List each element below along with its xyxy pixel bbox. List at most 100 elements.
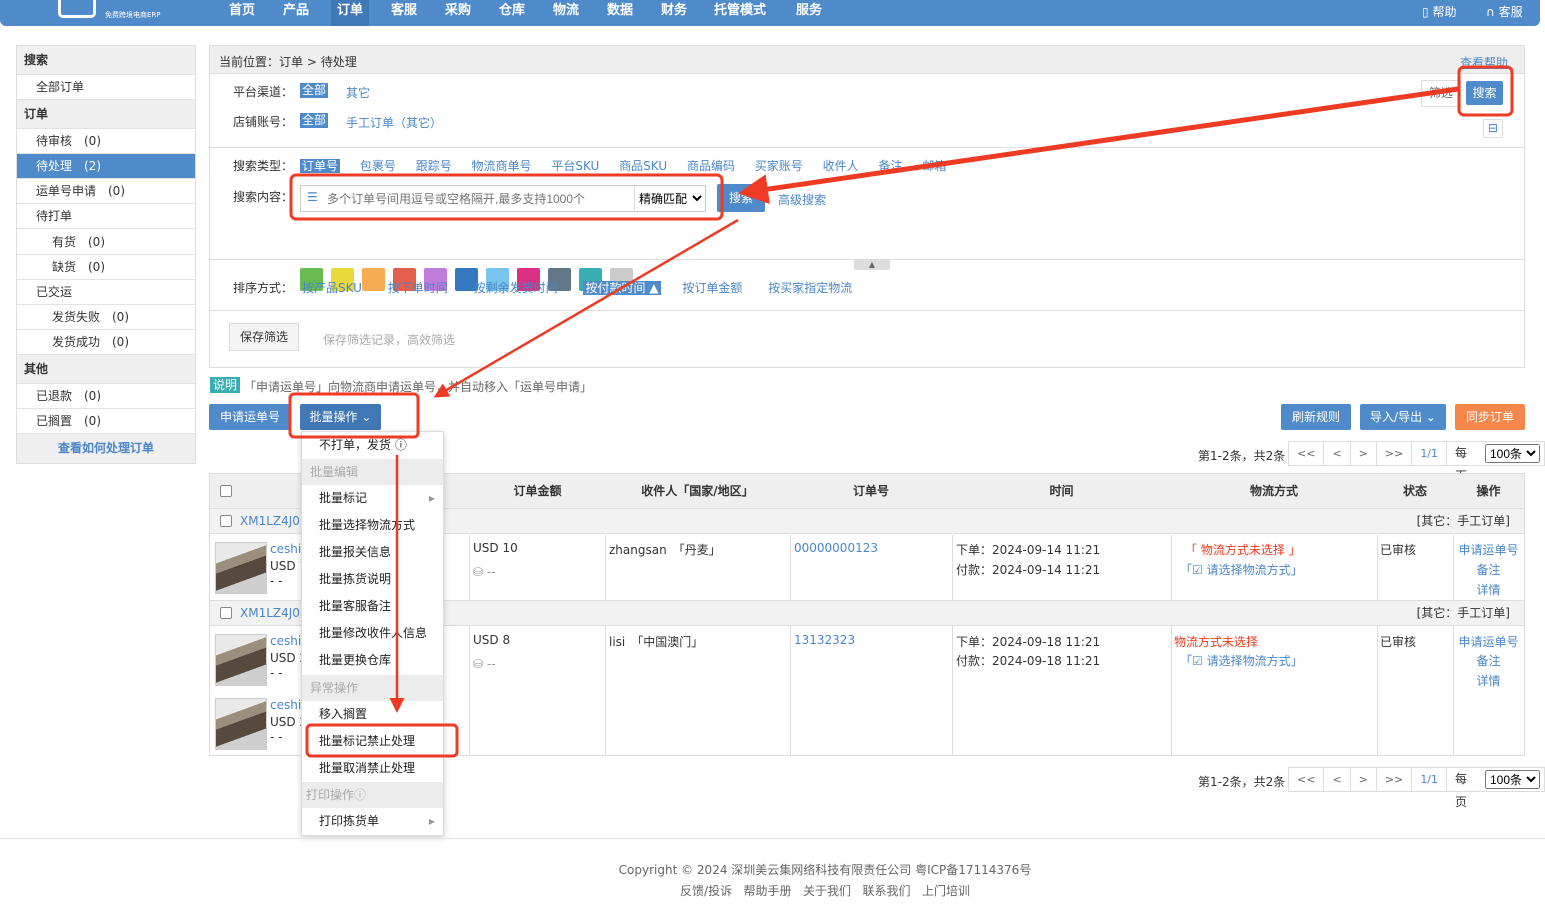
match-mode-select[interactable]: 精确匹配 bbox=[634, 186, 705, 211]
search-type-product-code[interactable]: 商品编码 bbox=[687, 159, 735, 173]
search-type-tracking[interactable]: 跟踪号 bbox=[416, 159, 452, 173]
search-type-order-no[interactable]: 订单号 bbox=[300, 159, 341, 173]
sidebar-howto-link[interactable]: 查看如何处理订单 bbox=[17, 434, 195, 463]
nav-products[interactable]: 产品 bbox=[277, 0, 315, 26]
sort-amount[interactable]: 按订单金额 bbox=[682, 281, 742, 295]
nav-logistics[interactable]: 物流 bbox=[547, 0, 585, 26]
advanced-search-link[interactable]: 高级搜索 bbox=[778, 191, 826, 208]
nav-purchase[interactable]: 采购 bbox=[439, 0, 477, 26]
next-page-button[interactable]: > bbox=[1351, 768, 1377, 791]
sidebar-item-refunded[interactable]: 已退款 (0) bbox=[17, 384, 195, 409]
footer-link-feedback[interactable]: 反馈/投诉 bbox=[680, 884, 732, 898]
product-thumbnail[interactable] bbox=[215, 634, 267, 686]
search-type-buyer[interactable]: 买家账号 bbox=[755, 159, 803, 173]
menu-ship-no-print[interactable]: 不打单，发货 ⓘ bbox=[302, 432, 443, 459]
collapse-toggle-icon[interactable]: ▲ bbox=[854, 259, 890, 270]
sidebar-item-ship-ok[interactable]: 发货成功 (0) bbox=[17, 330, 195, 355]
nav-services[interactable]: 服务 bbox=[790, 0, 828, 26]
menu-batch-unmark-prohibited[interactable]: 批量取消禁止处理 bbox=[302, 755, 443, 782]
last-page-button[interactable]: >> bbox=[1377, 442, 1413, 465]
first-page-button[interactable]: << bbox=[1289, 442, 1325, 465]
menu-batch-customs[interactable]: 批量报关信息 bbox=[302, 539, 443, 566]
sidebar-item-all-orders[interactable]: 全部订单 bbox=[17, 75, 195, 100]
choose-logistics-link[interactable]: 「☑ 请选择物流方式」 bbox=[1180, 652, 1303, 669]
note-link[interactable]: 备注 bbox=[1453, 652, 1524, 669]
nav-finance[interactable]: 财务 bbox=[655, 0, 693, 26]
shop-manual[interactable]: 手工订单（其它） bbox=[346, 114, 442, 131]
import-export-button[interactable]: 导入/导出 ⌄ bbox=[1360, 404, 1446, 430]
help-link[interactable]: ▯ 帮助 bbox=[1422, 3, 1456, 20]
search-type-note[interactable]: 备注 bbox=[878, 159, 902, 173]
search-type-platform-sku[interactable]: 平台SKU bbox=[551, 159, 599, 173]
sort-product-sku[interactable]: 按产品SKU bbox=[302, 281, 362, 295]
prev-page-button[interactable]: < bbox=[1324, 768, 1351, 791]
sort-pay-time[interactable]: 按付款时间 ▲ bbox=[583, 281, 661, 295]
details-link[interactable]: 详情 bbox=[1453, 672, 1524, 689]
sidebar-item-ship-fail[interactable]: 发货失败 (0) bbox=[17, 305, 195, 330]
nav-service[interactable]: 客服 bbox=[385, 0, 423, 26]
order-id-link[interactable]: XM1LZ4J01 bbox=[240, 509, 308, 533]
menu-batch-change-warehouse[interactable]: 批量更换仓库 bbox=[302, 647, 443, 674]
menu-batch-mark-prohibited[interactable]: 批量标记禁止处理 bbox=[302, 728, 443, 755]
top-search-button[interactable]: 搜索 bbox=[1466, 81, 1503, 105]
save-filter-button[interactable]: 保存筛选 bbox=[229, 323, 299, 351]
footer-link-manual[interactable]: 帮助手册 bbox=[744, 884, 792, 898]
logo[interactable]: 免费跨境电商ERP bbox=[55, 0, 167, 22]
menu-batch-edit-recipient[interactable]: 批量修改收件人信息 bbox=[302, 620, 443, 647]
per-page-select[interactable]: 100条 bbox=[1485, 444, 1540, 463]
search-type-recipient[interactable]: 收件人 bbox=[823, 159, 859, 173]
first-page-button[interactable]: << bbox=[1289, 768, 1325, 791]
channel-other[interactable]: 其它 bbox=[346, 84, 370, 101]
footer-link-about[interactable]: 关于我们 bbox=[803, 884, 851, 898]
order-number[interactable]: 00000000123 bbox=[794, 541, 878, 555]
search-type-email[interactable]: 邮箱 bbox=[922, 159, 946, 173]
last-page-button[interactable]: >> bbox=[1377, 768, 1413, 791]
menu-batch-service-note[interactable]: 批量客服备注 bbox=[302, 593, 443, 620]
apply-waybill-button[interactable]: 申请运单号 bbox=[209, 404, 291, 430]
sidebar-item-in-stock[interactable]: 有货 (0) bbox=[17, 230, 195, 255]
batch-actions-button[interactable]: 批量操作 ⌄ bbox=[300, 404, 381, 430]
sort-buyer-logistics[interactable]: 按买家指定物流 bbox=[768, 281, 852, 295]
order-number[interactable]: 13132323 bbox=[794, 633, 855, 647]
sort-order-time[interactable]: 按下单时间 bbox=[388, 281, 448, 295]
next-page-button[interactable]: > bbox=[1351, 442, 1377, 465]
choose-logistics-link[interactable]: 「☑ 请选择物流方式」 bbox=[1180, 561, 1303, 578]
sidebar-item-waybill-apply[interactable]: 运单号申请 (0) bbox=[17, 179, 195, 204]
filter-button[interactable]: 筛选 bbox=[1421, 80, 1461, 107]
footer-link-contact[interactable]: 联系我们 bbox=[862, 884, 910, 898]
customer-service-link[interactable]: ∩ 客服 bbox=[1486, 3, 1523, 20]
menu-print-picking-list[interactable]: 打印拣货单 ▶ bbox=[302, 808, 443, 835]
product-thumbnail[interactable] bbox=[215, 542, 267, 594]
sort-remaining-time[interactable]: 按剩余发货时间 bbox=[474, 281, 558, 295]
apply-waybill-link[interactable]: 申请运单号 bbox=[1453, 633, 1524, 650]
collapse-icon[interactable]: ⊟ bbox=[1483, 119, 1503, 138]
menu-move-to-shelved[interactable]: 移入搁置 bbox=[302, 701, 443, 728]
nav-data[interactable]: 数据 bbox=[601, 0, 639, 26]
details-link[interactable]: 详情 bbox=[1453, 581, 1524, 598]
refresh-rules-button[interactable]: 刷新规则 bbox=[1281, 404, 1351, 430]
product-thumbnail[interactable] bbox=[215, 698, 267, 750]
sidebar-item-shipped[interactable]: 已交运 bbox=[17, 280, 195, 305]
sidebar-item-out-stock[interactable]: 缺货 (0) bbox=[17, 255, 195, 280]
breadcrumb-orders[interactable]: 订单 bbox=[279, 55, 303, 69]
order-checkbox[interactable] bbox=[220, 515, 232, 527]
nav-warehouse[interactable]: 仓库 bbox=[493, 0, 531, 26]
order-id-link[interactable]: XM1LZ4J01 bbox=[240, 601, 308, 625]
footer-link-training[interactable]: 上门培训 bbox=[922, 884, 970, 898]
search-type-carrier-no[interactable]: 物流商单号 bbox=[472, 159, 532, 173]
search-input[interactable] bbox=[327, 188, 627, 209]
search-type-package[interactable]: 包裹号 bbox=[360, 159, 396, 173]
note-link[interactable]: 备注 bbox=[1453, 561, 1524, 578]
apply-waybill-link[interactable]: 申请运单号 bbox=[1453, 541, 1524, 558]
nav-hosting[interactable]: 托管模式 bbox=[708, 0, 772, 26]
prev-page-button[interactable]: < bbox=[1324, 442, 1351, 465]
select-all-checkbox[interactable] bbox=[220, 485, 232, 497]
search-type-product-sku[interactable]: 商品SKU bbox=[619, 159, 667, 173]
order-checkbox[interactable] bbox=[220, 607, 232, 619]
sidebar-item-shelved[interactable]: 已搁置 (0) bbox=[17, 409, 195, 434]
search-button[interactable]: 搜索 bbox=[717, 184, 765, 212]
sidebar-item-pending[interactable]: 待处理 (2) bbox=[17, 154, 195, 179]
nav-orders[interactable]: 订单 bbox=[331, 0, 370, 26]
nav-home[interactable]: 首页 bbox=[223, 0, 261, 26]
sidebar-item-pending-review[interactable]: 待审核 (0) bbox=[17, 129, 195, 154]
